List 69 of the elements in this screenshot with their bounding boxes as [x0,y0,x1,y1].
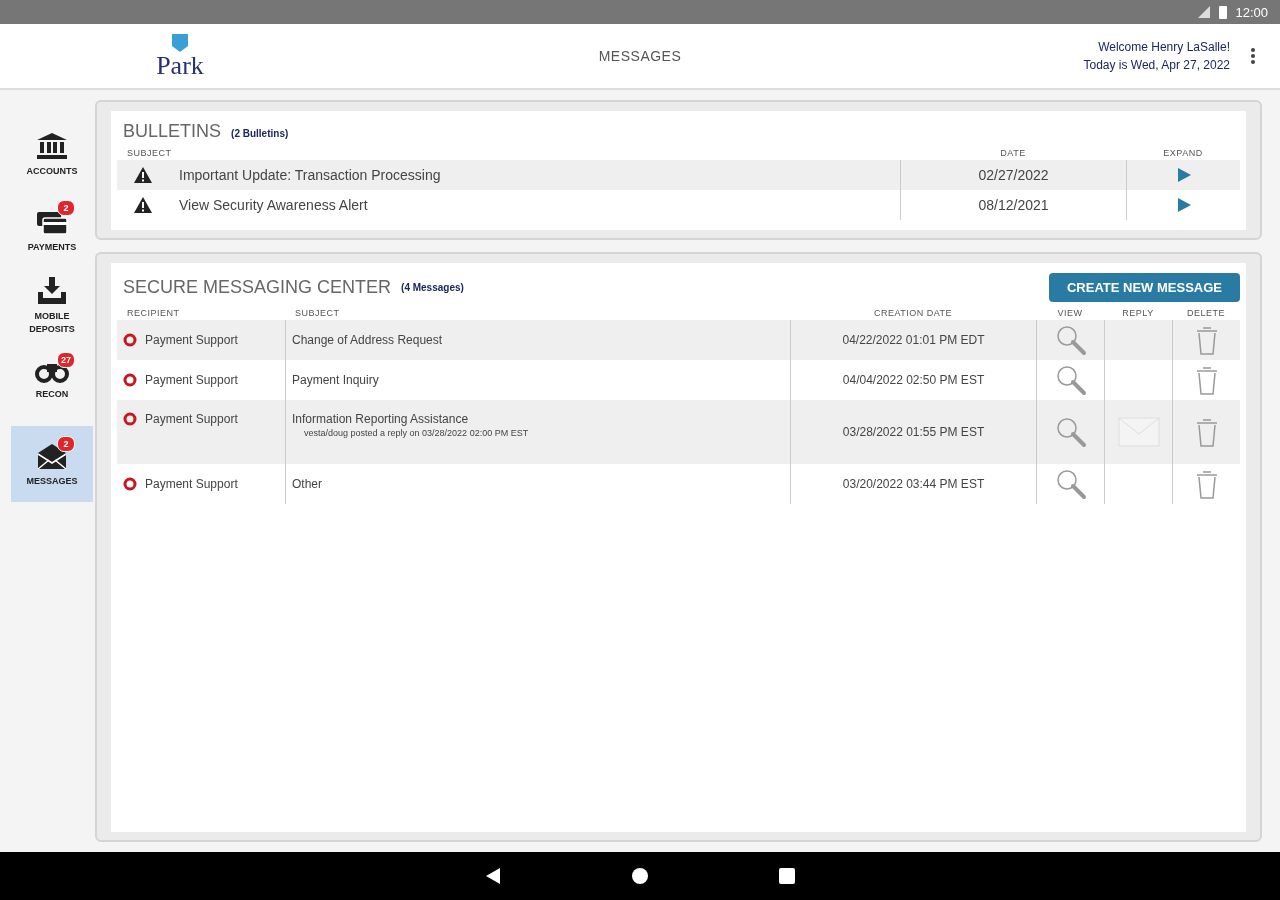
table-cell: 02/27/2022 [978,167,1049,183]
bulletin-subject: Important Update: Transaction Processing [179,167,441,183]
search-icon[interactable] [1054,364,1087,396]
table-cell: 08/12/2021 [978,197,1049,213]
column-header: RECIPIENT [126,307,181,320]
circle-icon [123,333,137,347]
bank-icon [35,130,69,161]
table-cell: 03/20/2022 03:44 PM EST [842,477,985,491]
bulletin-subject: View Security Awareness Alert [179,197,368,213]
column-header: DELETE [1186,307,1226,320]
expand-icon[interactable] [1176,168,1191,182]
download-icon [35,276,69,307]
table-cell: 04/04/2022 02:50 PM EST [842,373,985,387]
count-badge: 2 [57,200,75,216]
count-badge: 27 [57,352,75,368]
create-message-button[interactable]: CREATE NEW MESSAGE [1048,273,1240,302]
sidebar-item[interactable]: MOBILE DEPOSITS [11,274,93,338]
message-subject: Other [292,477,322,491]
column-header: CREATION DATE [872,307,954,320]
warning-icon [133,196,153,214]
column-header: SUBJECT [126,147,173,160]
sidebar-item[interactable]: MESSAGES 2 [11,426,93,502]
search-icon[interactable] [1054,416,1087,448]
sidebar-item[interactable]: ACCOUNTS [11,122,93,186]
panel-title: SECURE MESSAGING CENTER [123,277,392,298]
column-header: SUBJECT [294,307,341,320]
column-header: REPLY [1121,307,1155,320]
recipient-text: Payment Support [145,373,238,387]
date-text: Today is Wed, Apr 27, 2022 [1083,58,1230,72]
message-subject: Change of Address Request [292,333,443,347]
trash-icon[interactable] [1194,416,1219,448]
circle-icon [123,412,137,426]
circle-icon [123,373,137,387]
signal-icon [1197,5,1212,19]
binoculars-icon [35,363,69,385]
column-header: DATE [999,147,1027,160]
count-text: (2 Bulletins) [231,128,289,139]
sidebar-item[interactable]: PAYMENTS 2 [11,198,93,262]
recipient-text: Payment Support [145,477,238,491]
trash-icon[interactable] [1194,468,1219,500]
trash-icon[interactable] [1194,364,1219,396]
search-icon[interactable] [1054,468,1087,500]
status-time: 12:00 [1235,4,1268,20]
panel-title: BULLETINS [123,121,222,142]
search-icon[interactable] [1054,324,1087,356]
welcome-text: Welcome Henry LaSalle! [1098,40,1230,54]
circle-icon [123,477,137,491]
expand-icon[interactable] [1176,198,1191,212]
battery-icon [1219,5,1228,19]
recipient-text: Payment Support [145,412,238,426]
table-cell: 03/28/2022 01:55 PM EST [842,425,985,439]
warning-icon [133,166,153,184]
reply-note: vesta/doug posted a reply on 03/28/2022 02:00 PM EST [303,428,529,438]
message-subject: Information Reporting Assistance [292,412,470,426]
column-header: EXPAND [1162,147,1204,160]
logo-icon [171,33,189,53]
column-header: VIEW [1056,307,1084,320]
recipient-text: Payment Support [145,333,238,347]
count-text: (4 Messages) [401,282,464,293]
home-icon[interactable] [631,867,649,885]
recents-icon[interactable] [779,868,795,884]
sidebar-item[interactable]: RECON 27 [11,350,93,414]
trash-icon[interactable] [1194,324,1219,356]
back-icon[interactable] [485,867,501,885]
message-subject: Payment Inquiry [292,373,379,387]
table-cell: 04/22/2022 01:01 PM EDT [842,333,985,347]
logo-text: Park [156,53,204,79]
page-title: MESSAGES [598,48,682,64]
count-badge: 2 [57,436,75,452]
